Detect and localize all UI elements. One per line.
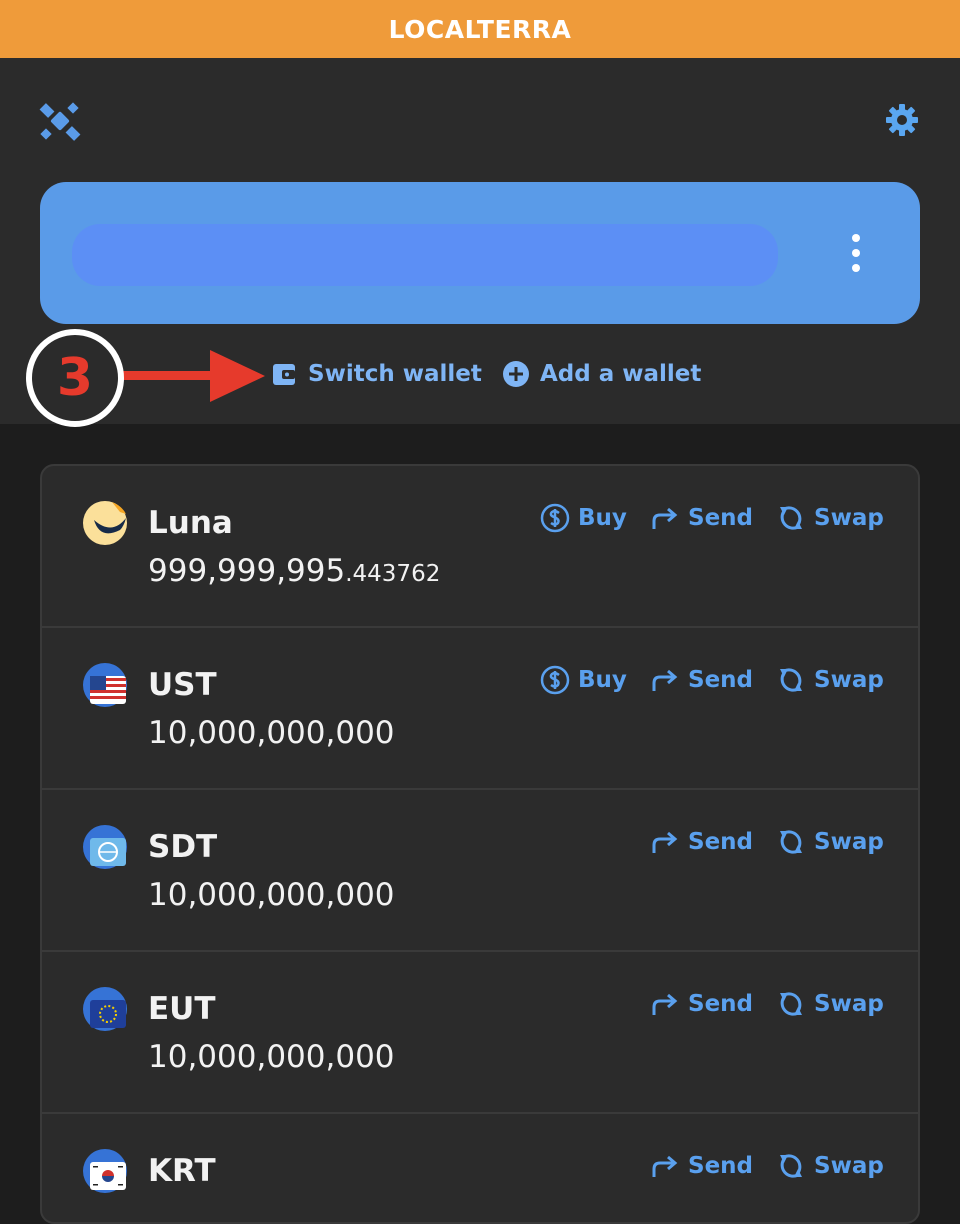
send-button[interactable]: Send (650, 984, 753, 1024)
swap-label: Swap (814, 1153, 884, 1179)
swap-icon (780, 992, 802, 1016)
network-name: LOCALTERRA (388, 14, 572, 44)
send-arrow-icon (652, 831, 678, 853)
balance-whole: 10,000,000,000 (148, 1039, 395, 1075)
send-button[interactable]: Send (650, 660, 753, 700)
ust-flag-icon (83, 663, 127, 707)
asset-row-krt: KRT Send Swap (42, 1114, 918, 1222)
asset-balance: 10,000,000,000 (148, 876, 395, 917)
balance-whole: 999,999,995 (148, 553, 346, 589)
send-arrow-icon (652, 669, 678, 691)
asset-row-sdt: SDT 10,000,000,000 Send Swap (42, 790, 918, 952)
annotation-arrow-icon (120, 350, 265, 402)
swap-icon (780, 1154, 802, 1178)
send-arrow-icon (652, 1155, 678, 1177)
dollar-circle-icon (540, 665, 570, 695)
balance-decimal: .443762 (345, 561, 441, 587)
asset-balance: 999,999,995.443762 (148, 552, 440, 593)
asset-row-luna: Luna 999,999,995.443762 Buy Send Swap (42, 466, 918, 628)
send-arrow-icon (652, 993, 678, 1015)
send-button[interactable]: Send (650, 498, 753, 538)
gear-icon[interactable] (884, 102, 920, 138)
plus-circle-icon (503, 361, 529, 387)
send-label: Send (688, 829, 754, 855)
luna-icon (83, 501, 127, 545)
swap-label: Swap (814, 505, 884, 531)
swap-icon (780, 668, 802, 692)
wallet-icon (273, 364, 295, 385)
eut-eu-flag-icon (83, 987, 127, 1031)
send-button[interactable]: Send (650, 1146, 753, 1186)
send-label: Send (688, 991, 754, 1017)
asset-symbol: KRT (148, 1153, 216, 1189)
send-label: Send (688, 1153, 754, 1179)
asset-symbol: Luna (148, 505, 233, 541)
buy-label: Buy (578, 505, 627, 531)
send-button[interactable]: Send (650, 822, 753, 862)
swap-button[interactable]: Swap (776, 498, 884, 538)
balance-whole: 10,000,000,000 (148, 715, 395, 751)
add-wallet-label: Add a wallet (540, 361, 702, 387)
swap-button[interactable]: Swap (776, 1146, 884, 1186)
asset-symbol: SDT (148, 829, 218, 865)
send-label: Send (688, 505, 754, 531)
buy-label: Buy (578, 667, 627, 693)
swap-button[interactable]: Swap (776, 660, 884, 700)
network-banner: LOCALTERRA (0, 0, 960, 58)
swap-label: Swap (814, 667, 884, 693)
swap-label: Swap (814, 991, 884, 1017)
asset-balance: 10,000,000,000 (148, 714, 395, 755)
buy-button[interactable]: Buy (540, 660, 627, 700)
switch-wallet-label: Switch wallet (308, 361, 482, 387)
asset-balance: 10,000,000,000 (148, 1038, 395, 1079)
switch-wallet-button[interactable]: Switch wallet (270, 356, 482, 392)
step-annotation-badge: 3 (26, 329, 124, 427)
swap-icon (780, 830, 802, 854)
balance-whole: 10,000,000,000 (148, 877, 395, 913)
wallet-address-redacted (72, 224, 778, 286)
send-label: Send (688, 667, 754, 693)
add-wallet-button[interactable]: Add a wallet (502, 356, 701, 392)
swap-label: Swap (814, 829, 884, 855)
sdt-imf-icon (83, 825, 127, 869)
swap-icon (780, 506, 802, 530)
swap-button[interactable]: Swap (776, 984, 884, 1024)
dollar-circle-icon (540, 503, 570, 533)
step-number: 3 (56, 348, 94, 408)
asset-symbol: UST (148, 667, 217, 703)
krt-kr-flag-icon (83, 1149, 127, 1193)
swap-button[interactable]: Swap (776, 822, 884, 862)
asset-row-ust: UST 10,000,000,000 Buy Send Swap (42, 628, 918, 790)
send-arrow-icon (652, 507, 678, 529)
buy-button[interactable]: Buy (540, 498, 627, 538)
satellite-icon[interactable] (38, 100, 82, 144)
asset-list: Luna 999,999,995.443762 Buy Send Swap US… (40, 464, 920, 1224)
asset-symbol: EUT (148, 991, 216, 1027)
more-options-icon[interactable] (840, 230, 872, 276)
asset-row-eut: EUT 10,000,000,000 Send Swap (42, 952, 918, 1114)
